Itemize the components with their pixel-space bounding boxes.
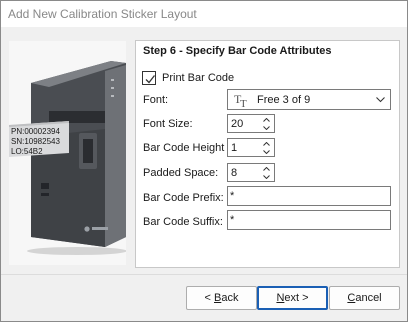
padded-space-down-button[interactable] [261, 173, 272, 181]
bar-code-height-spinner[interactable]: 1 [227, 138, 275, 157]
bar-code-prefix-label: Bar Code Prefix: [143, 192, 224, 204]
step-title: Step 6 - Specify Bar Code Attributes [143, 45, 332, 57]
bar-code-height-up-button[interactable] [261, 140, 272, 148]
chevron-up-icon [263, 118, 270, 122]
label-printer-image: PN:00002394 SN:10982543 LO:54B2 [9, 41, 126, 265]
cancel-button-rest: ancel [355, 292, 382, 304]
next-button-rest: ext > [284, 292, 309, 304]
font-size-up-button[interactable] [261, 116, 272, 124]
bar-code-suffix-input[interactable] [230, 213, 388, 227]
chevron-up-icon [263, 142, 270, 146]
print-bar-code-label[interactable]: Print Bar Code [162, 72, 234, 84]
sticker-line-3: LO:54B2 [11, 147, 43, 156]
window-title: Add New Calibration Sticker Layout [8, 7, 197, 21]
cancel-button[interactable]: Cancel [329, 286, 400, 310]
back-button-prefix: < [204, 292, 214, 304]
title-bar: Add New Calibration Sticker Layout [1, 1, 407, 27]
next-button[interactable]: Next > [257, 286, 328, 310]
font-size-down-button[interactable] [261, 124, 272, 132]
font-size-value: 20 [231, 118, 244, 130]
bar-code-suffix-field[interactable] [227, 210, 391, 230]
label-printer-illustration: PN:00002394 SN:10982543 LO:54B2 [9, 41, 126, 265]
padded-space-up-button[interactable] [261, 165, 272, 173]
bar-code-height-down-button[interactable] [261, 148, 272, 156]
sticker-line-2: SN:10982543 [11, 137, 60, 146]
chevron-down-icon [376, 97, 385, 103]
font-value: Free 3 of 9 [257, 94, 311, 106]
padded-space-label: Padded Space: [143, 167, 219, 179]
bar-code-suffix-label: Bar Code Suffix: [143, 216, 223, 228]
bar-code-height-value: 1 [231, 142, 238, 154]
back-button-rest: ack [221, 292, 239, 304]
truetype-font-icon: T T [234, 92, 247, 108]
bar-code-prefix-field[interactable] [227, 186, 391, 206]
chevron-up-icon [263, 167, 270, 171]
bar-code-prefix-input[interactable] [230, 189, 388, 203]
chevron-down-icon [263, 126, 270, 130]
print-bar-code-checkbox[interactable] [142, 71, 156, 85]
chevron-down-icon [263, 175, 270, 179]
svg-text:T: T [240, 98, 247, 108]
bar-code-height-label: Bar Code Height [143, 142, 225, 154]
font-dropdown[interactable]: T T Free 3 of 9 [227, 89, 391, 110]
chevron-down-icon [263, 150, 270, 154]
font-size-spinner[interactable]: 20 [227, 114, 275, 133]
checkmark-icon [145, 75, 156, 84]
footer-separator [1, 274, 407, 275]
back-button[interactable]: < Back [186, 286, 257, 310]
padded-space-value: 8 [231, 167, 238, 179]
padded-space-spinner[interactable]: 8 [227, 163, 275, 182]
font-size-label: Font Size: [143, 118, 193, 130]
sticker-line-1: PN:00002394 [11, 127, 60, 136]
font-label: Font: [143, 94, 169, 106]
